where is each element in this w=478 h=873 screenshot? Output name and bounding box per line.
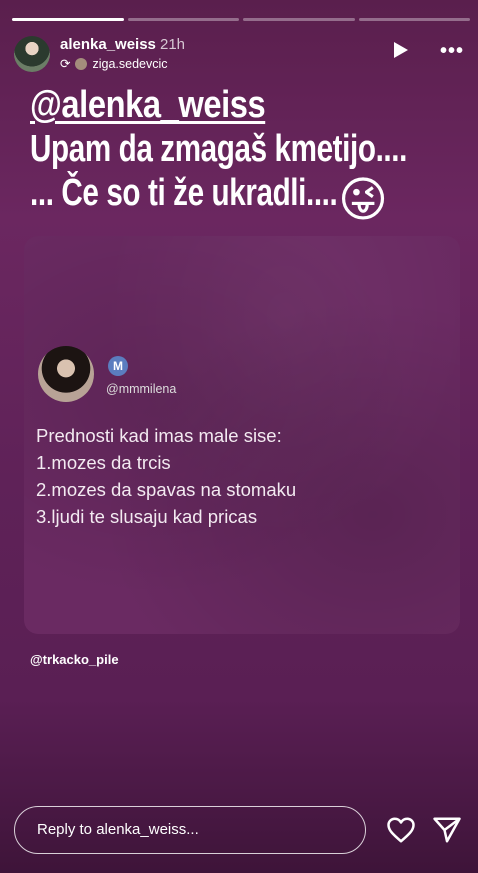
post-text-line: 2.mozes da spavas na stomaku: [36, 479, 297, 500]
progress-segment: [358, 18, 470, 21]
play-icon[interactable]: [394, 42, 408, 58]
post-author-badge: M: [108, 356, 128, 376]
shared-post-card[interactable]: M @mmmilena Prednosti kad imas male sise…: [24, 236, 460, 634]
story-progress-bar: [12, 18, 470, 21]
source-tag[interactable]: @trkacko_pile: [30, 652, 119, 667]
more-options-icon[interactable]: •••: [440, 40, 464, 63]
post-author-avatar: [38, 346, 94, 402]
story-text-overlay: @alenka_weiss Upam da zmagaš kmetijo....…: [30, 84, 478, 215]
progress-segment: [127, 18, 239, 21]
repost-avatar: [75, 57, 88, 70]
reply-placeholder: Reply to alenka_weiss...: [37, 821, 199, 838]
username[interactable]: alenka_weiss: [60, 36, 156, 53]
repost-icon: ⟳: [60, 57, 71, 71]
reply-input[interactable]: Reply to alenka_weiss...: [14, 806, 366, 854]
post-text-line: Prednosti kad imas male sise:: [36, 425, 282, 446]
repost-username: ziga.sedevcic: [92, 56, 168, 71]
progress-segment: [243, 18, 355, 21]
avatar[interactable]: [14, 36, 50, 72]
repost-info[interactable]: ⟳ ziga.sedevcic: [60, 56, 168, 72]
mention-link[interactable]: @alenka_weiss: [30, 84, 446, 127]
send-icon[interactable]: [432, 816, 462, 844]
overlay-text-line: Upam da zmagaš kmetijo....: [30, 128, 407, 170]
progress-segment: [12, 18, 124, 21]
heart-icon[interactable]: [386, 816, 416, 844]
post-author-handle: @mmmilena: [106, 382, 177, 396]
post-text-line: 1.mozes da trcis: [36, 452, 171, 473]
story-header: alenka_weiss 21h ⟳ ziga.sedevcic •••: [14, 34, 464, 76]
post-text-line: 3.ljudi te slusaju kad pricas: [36, 506, 258, 527]
post-text: Prednosti kad imas male sise: 1.mozes da…: [36, 422, 296, 530]
winking-tongue-emoji: 😜: [338, 174, 389, 227]
timestamp: 21h: [160, 36, 186, 53]
